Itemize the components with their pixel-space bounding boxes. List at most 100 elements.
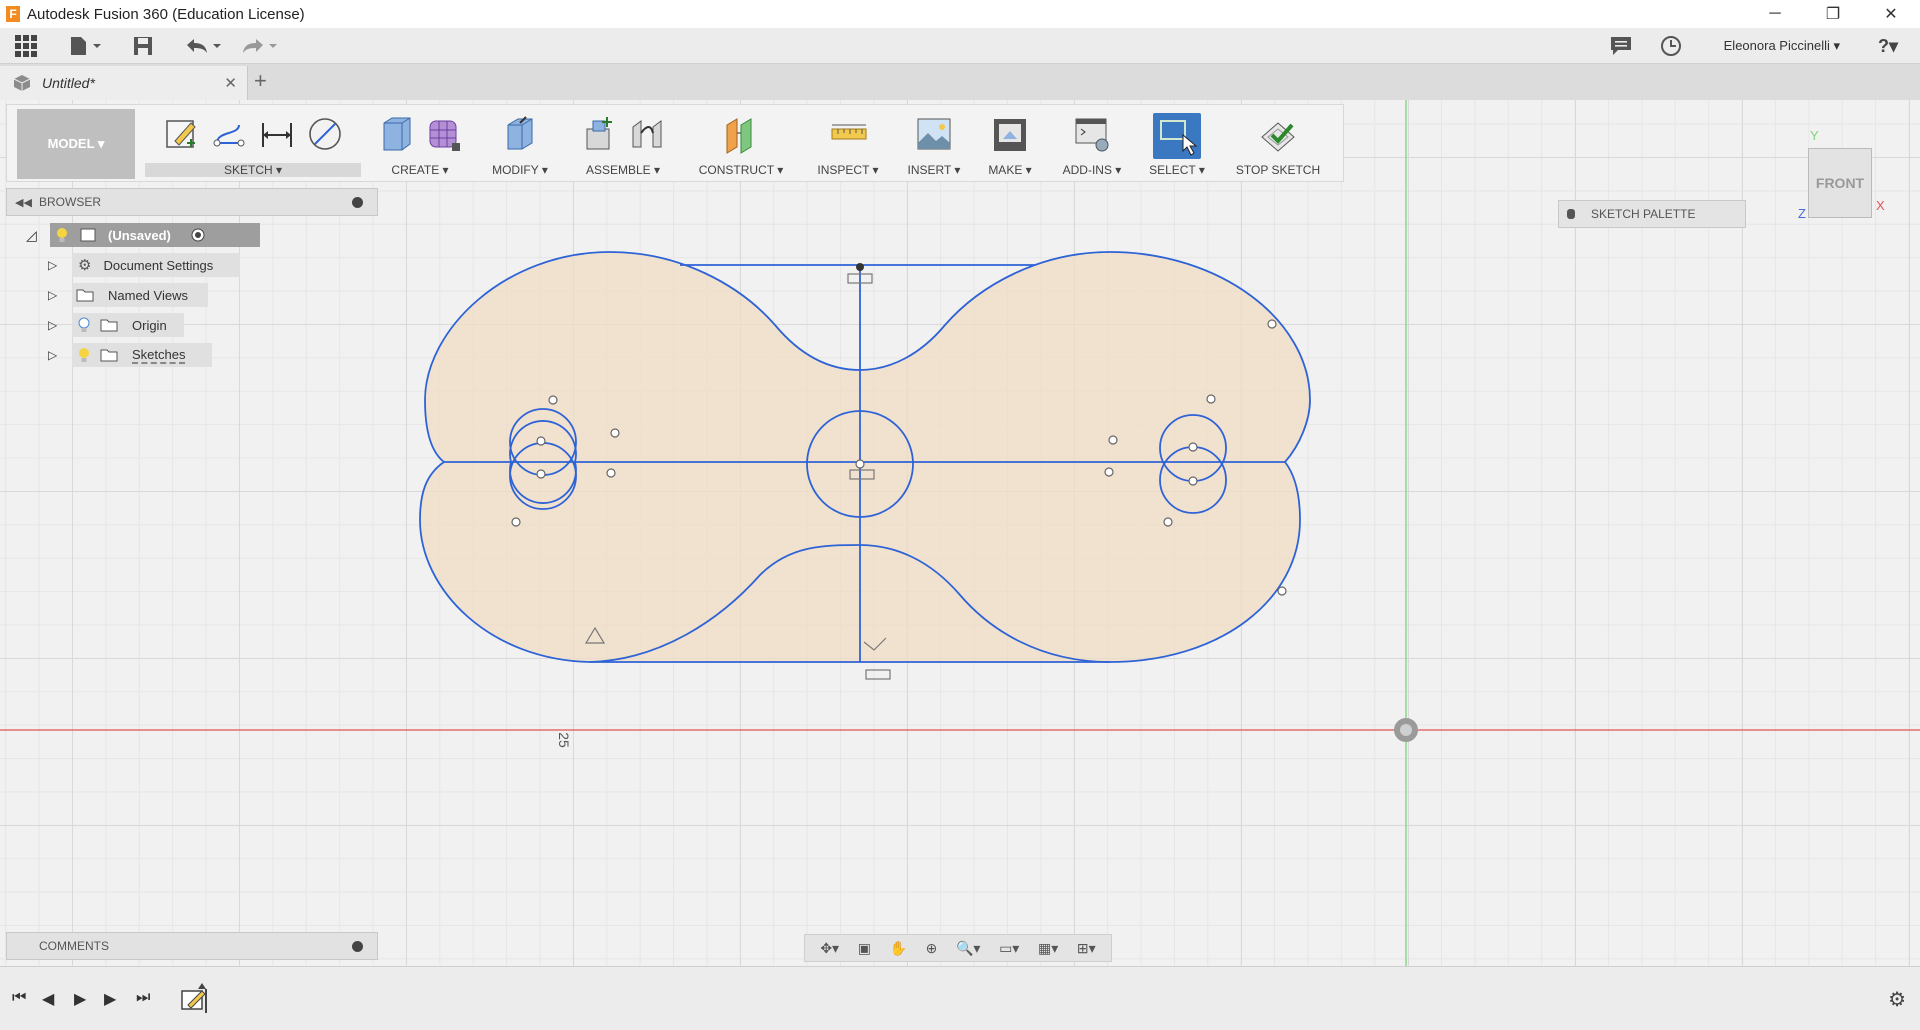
expand-arrow-icon[interactable]: ▷	[48, 318, 57, 332]
pan-hand-icon[interactable]: ✋	[890, 940, 907, 957]
expand-arrow-icon[interactable]: ▷	[48, 348, 57, 362]
title-bar: F Autodesk Fusion 360 (Education License…	[0, 0, 1920, 28]
expand-palette-icon[interactable]	[1567, 209, 1575, 219]
workspace-switcher-button[interactable]: MODEL ▾	[17, 109, 135, 179]
help-menu-icon[interactable]: ?▾	[1866, 31, 1910, 61]
new-component-icon[interactable]	[579, 113, 619, 155]
grid-settings-icon[interactable]: ▦▾	[1038, 940, 1058, 957]
form-icon[interactable]	[424, 113, 464, 155]
look-at-icon[interactable]: ▣	[858, 940, 871, 957]
user-account-menu[interactable]: Eleonora Piccinelli ▾	[1724, 28, 1840, 64]
gear-icon: ⚙	[78, 257, 92, 274]
viewports-icon[interactable]: ⊞▾	[1077, 940, 1096, 957]
browser-item-document-settings[interactable]: ▷ ⚙ Document Settings	[48, 252, 268, 278]
assemble-menu-label[interactable]: ASSEMBLE ▾	[569, 163, 677, 177]
go-to-start-icon[interactable]: ⏮	[12, 989, 26, 1007]
minimize-button[interactable]: ─	[1746, 0, 1804, 28]
sketch-geometry	[0, 100, 1920, 966]
new-tab-button[interactable]: +	[254, 68, 267, 94]
create-sketch-icon[interactable]	[161, 113, 201, 155]
comments-panel-header[interactable]: COMMENTS	[6, 932, 378, 960]
dimension-label[interactable]: 25	[556, 732, 572, 748]
document-tab[interactable]: Untitled* ✕	[0, 66, 248, 100]
restore-button[interactable]: ❐	[1804, 0, 1862, 28]
timeline-sketch-feature-icon[interactable]	[180, 981, 214, 1015]
add-comment-icon[interactable]	[352, 940, 363, 952]
folder-icon	[76, 289, 94, 302]
sketch-canvas[interactable]: 25	[0, 100, 1920, 966]
go-to-end-icon[interactable]: ⏭	[136, 989, 150, 1007]
close-window-button[interactable]: ✕	[1862, 0, 1920, 28]
3d-print-icon[interactable]	[990, 113, 1030, 155]
browser-root-node[interactable]: ◿ (Unsaved)	[26, 222, 260, 248]
tree-item-label: Sketches	[132, 346, 186, 364]
fusion-app-icon: F	[6, 6, 20, 22]
activate-radio-icon[interactable]	[191, 228, 205, 242]
sketch-dimension-icon[interactable]	[257, 113, 297, 155]
make-menu-label[interactable]: MAKE ▾	[977, 163, 1043, 177]
make-group: MAKE ▾	[977, 109, 1043, 179]
display-settings-icon[interactable]: ▭▾	[999, 940, 1019, 957]
browser-panel-header[interactable]: ◀◀ BROWSER	[6, 188, 378, 216]
add-ins-menu-label[interactable]: ADD-INS ▾	[1051, 163, 1133, 177]
browser-minimize-icon[interactable]	[352, 196, 363, 208]
window-controls: ─ ❐ ✕	[1746, 0, 1920, 28]
tree-item-label: Named Views	[108, 287, 188, 303]
joint-icon[interactable]	[627, 113, 667, 155]
circle-tool-icon[interactable]	[305, 113, 345, 155]
inspect-menu-label[interactable]: INSPECT ▾	[805, 163, 891, 177]
select-tool-icon[interactable]	[1153, 113, 1201, 159]
create-menu-label[interactable]: CREATE ▾	[369, 163, 471, 177]
scripts-add-ins-icon[interactable]	[1072, 113, 1112, 155]
sketch-profile-fill[interactable]	[420, 252, 1310, 662]
sketch-palette-title: SKETCH PALETTE	[1591, 207, 1696, 221]
folder-icon	[100, 319, 118, 332]
data-panel-grid-icon[interactable]	[12, 31, 40, 61]
fit-zoom-icon[interactable]: 🔍▾	[956, 940, 980, 957]
modify-menu-label[interactable]: MODIFY ▾	[479, 163, 561, 177]
visibility-bulb-icon[interactable]	[78, 317, 90, 333]
notifications-icon[interactable]	[1608, 31, 1634, 61]
expand-arrow-icon[interactable]: ▷	[48, 288, 57, 302]
visibility-bulb-icon[interactable]	[78, 347, 90, 363]
offset-plane-icon[interactable]	[721, 113, 761, 155]
construct-menu-label[interactable]: CONSTRUCT ▾	[685, 163, 797, 177]
play-icon[interactable]: ▶	[74, 989, 86, 1009]
line-tool-icon[interactable]	[209, 113, 249, 155]
view-cube-y-axis: Y	[1810, 128, 1819, 143]
view-cube[interactable]: FRONT	[1808, 148, 1872, 218]
step-back-icon[interactable]: ◀	[42, 989, 54, 1009]
browser-item-sketches[interactable]: ▷ Sketches	[48, 342, 268, 368]
sketch-menu-label[interactable]: SKETCH ▾	[145, 163, 361, 177]
inspect-group: INSPECT ▾	[805, 109, 891, 179]
ribbon-toolbar: MODEL ▾ SKETCH ▾ CREATE ▾ MODIFY ▾ ASSEM…	[6, 104, 1344, 182]
undo-icon[interactable]	[180, 31, 226, 61]
save-icon[interactable]	[130, 31, 156, 61]
sketch-palette-header[interactable]: SKETCH PALETTE	[1558, 200, 1746, 228]
redo-icon[interactable]	[236, 31, 282, 61]
collapse-browser-icon[interactable]: ◀◀	[15, 196, 32, 209]
expand-arrow-icon[interactable]: ▷	[48, 258, 57, 272]
zoom-icon[interactable]: ⊕	[926, 940, 938, 957]
measure-icon[interactable]	[828, 113, 868, 155]
insert-menu-label[interactable]: INSERT ▾	[899, 163, 969, 177]
file-menu-icon[interactable]	[66, 31, 106, 61]
browser-item-named-views[interactable]: ▷ Named Views	[48, 282, 268, 308]
job-status-clock-icon[interactable]	[1658, 31, 1684, 61]
insert-canvas-icon[interactable]	[914, 113, 954, 155]
timeline-bar: ⏮ ◀ ▶ ▶ ⏭ ⚙	[0, 966, 1920, 1030]
orbit-icon[interactable]: ✥▾	[820, 940, 839, 957]
press-pull-icon[interactable]	[500, 113, 540, 155]
tab-close-icon[interactable]: ✕	[224, 74, 237, 92]
expand-root-icon[interactable]: ◿	[26, 227, 37, 244]
select-menu-label[interactable]: SELECT ▾	[1141, 163, 1213, 177]
timeline-settings-gear-icon[interactable]: ⚙	[1888, 987, 1906, 1012]
view-cube-face[interactable]: FRONT	[1816, 175, 1864, 191]
stop-sketch-button[interactable]: STOP SKETCH	[1223, 163, 1333, 177]
stop-sketch-icon[interactable]	[1258, 113, 1298, 155]
visibility-bulb-icon[interactable]	[56, 227, 68, 243]
extrude-icon[interactable]	[376, 113, 416, 155]
browser-item-origin[interactable]: ▷ Origin	[48, 312, 268, 338]
step-forward-icon[interactable]: ▶	[104, 989, 116, 1009]
quick-access-bar: Eleonora Piccinelli ▾ ?▾	[0, 28, 1920, 64]
